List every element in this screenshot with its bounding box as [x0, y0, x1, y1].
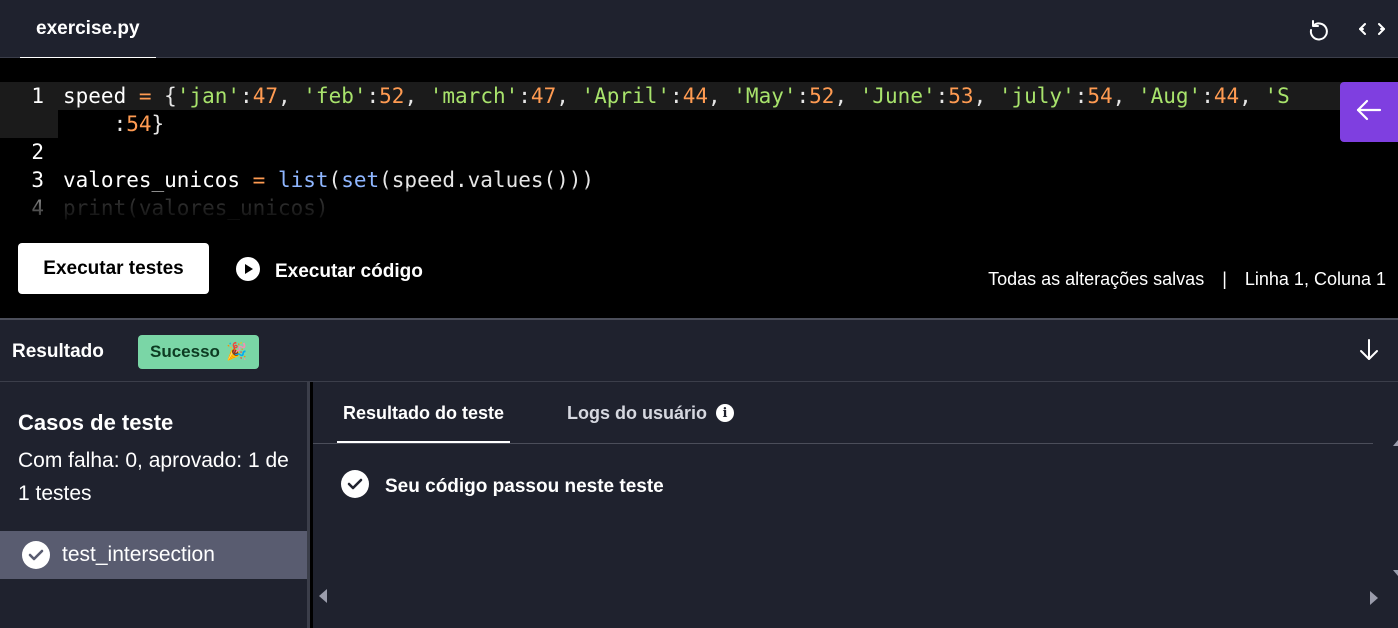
- code-token: 52: [379, 84, 405, 108]
- check-circle-icon: [341, 470, 369, 504]
- test-cases-title: Casos de teste: [18, 410, 174, 435]
- cursor-position: Linha 1, Coluna 1: [1244, 269, 1386, 289]
- editor-fade: [0, 188, 1398, 220]
- editor-status: Todas as alterações salvas | Linha 1, Co…: [988, 269, 1386, 290]
- collapse-panel-button[interactable]: [1340, 82, 1398, 142]
- code-token: ,: [1239, 84, 1265, 108]
- results-header: Resultado Sucesso 🎉: [0, 318, 1398, 382]
- run-tests-button[interactable]: Executar testes: [18, 243, 209, 294]
- tab-test-result-label: Resultado do teste: [343, 402, 505, 423]
- test-result-message: Seu código passou neste teste: [341, 470, 664, 504]
- saved-status: Todas as alterações salvas: [988, 269, 1205, 289]
- code-token: 53: [948, 84, 974, 108]
- line-number: 2: [31, 140, 44, 164]
- arrow-left-icon: [1356, 99, 1382, 126]
- code-token: 44: [1213, 84, 1240, 108]
- test-cases-panel: Casos de teste Com falha: 0, aprovado: 1…: [0, 382, 310, 628]
- code-token: :: [518, 84, 531, 108]
- code-token: ,: [277, 84, 304, 108]
- code-token: ,: [1112, 84, 1138, 108]
- party-emoji-icon: 🎉: [225, 342, 248, 361]
- scroll-up-arrow[interactable]: [1393, 440, 1398, 446]
- code-token: 47: [530, 84, 557, 108]
- test-result-text: Seu código passou neste teste: [385, 476, 664, 497]
- check-circle-icon: [22, 541, 50, 569]
- code-token: 'march': [429, 84, 519, 108]
- code-token: :: [1201, 84, 1214, 108]
- code-token: 'feb': [303, 84, 367, 108]
- code-content: :54}: [63, 110, 165, 138]
- test-result-panel: Resultado do teste Logs do usuário i Seu…: [313, 382, 1398, 628]
- code-token: ,: [556, 84, 582, 108]
- collapse-results-button[interactable]: [1358, 338, 1380, 367]
- code-token: :: [670, 84, 683, 108]
- tab-user-logs[interactable]: Logs do usuário i: [567, 382, 735, 444]
- code-token: 'May': [733, 84, 797, 108]
- code-token: :: [796, 84, 810, 108]
- code-token: 'july': [998, 84, 1075, 108]
- tabs-divider: [313, 443, 1373, 444]
- code-token: ,: [973, 84, 999, 108]
- run-code-label: Executar código: [275, 261, 423, 282]
- test-cases-summary: Com falha: 0, aprovado: 1 de 1 testes: [18, 449, 289, 505]
- line-number: 1: [31, 84, 44, 108]
- code-token: ,: [707, 84, 734, 108]
- editor-header: exercise.py: [0, 0, 1398, 59]
- test-case-name: test_intersection: [62, 543, 215, 566]
- tab-test-result[interactable]: Resultado do teste: [336, 382, 511, 444]
- code-token: 'S: [1264, 84, 1290, 108]
- scroll-down-arrow[interactable]: [1393, 570, 1398, 576]
- arrow-down-icon: [1358, 339, 1380, 366]
- file-tab-label: exercise.py: [36, 18, 140, 39]
- run-code-button[interactable]: Executar código: [235, 256, 423, 288]
- code-token: 52: [809, 84, 835, 108]
- code-token: ,: [404, 84, 430, 108]
- code-token: 44: [682, 84, 708, 108]
- code-token: 54: [126, 112, 152, 136]
- code-token: :: [113, 112, 127, 136]
- code-token: :: [935, 84, 949, 108]
- code-token: 'June': [859, 84, 936, 108]
- info-icon[interactable]: i: [716, 404, 735, 422]
- code-token: }: [151, 112, 165, 136]
- expand-horizontal-icon[interactable]: [1355, 12, 1389, 46]
- code-token: speed: [63, 84, 139, 108]
- code-editor[interactable]: 1 speed = {'jan':47, 'feb':52, 'march':47…: [0, 58, 1398, 220]
- code-token: 54: [1087, 84, 1113, 108]
- code-token: {: [151, 84, 177, 108]
- code-token: :: [240, 84, 253, 108]
- test-case-item[interactable]: test_intersection: [0, 531, 307, 579]
- code-token: ,: [834, 84, 860, 108]
- scroll-left-arrow[interactable]: [319, 589, 327, 603]
- status-badge: Sucesso 🎉: [138, 335, 260, 369]
- code-content: speed = {'jan':47, 'feb':52, 'march':47,…: [63, 82, 1290, 110]
- scroll-right-arrow[interactable]: [1370, 591, 1378, 605]
- play-icon: [235, 256, 261, 288]
- reset-icon[interactable]: [1301, 12, 1335, 46]
- code-token: 47: [252, 84, 278, 108]
- code-token: 'jan': [176, 84, 241, 108]
- status-badge-label: Sucesso: [150, 342, 220, 361]
- code-token: :: [1074, 84, 1088, 108]
- code-token: :: [366, 84, 380, 108]
- tab-user-logs-label: Logs do usuário: [567, 402, 708, 423]
- code-token: 'Aug': [1137, 84, 1202, 108]
- code-token: =: [138, 84, 152, 108]
- status-separator: |: [1222, 269, 1227, 289]
- editor-actions: Executar testes Executar código Todas as…: [0, 220, 1398, 318]
- file-tab[interactable]: exercise.py: [20, 0, 156, 59]
- results-title: Resultado: [12, 341, 104, 362]
- code-token: 'April': [581, 84, 671, 108]
